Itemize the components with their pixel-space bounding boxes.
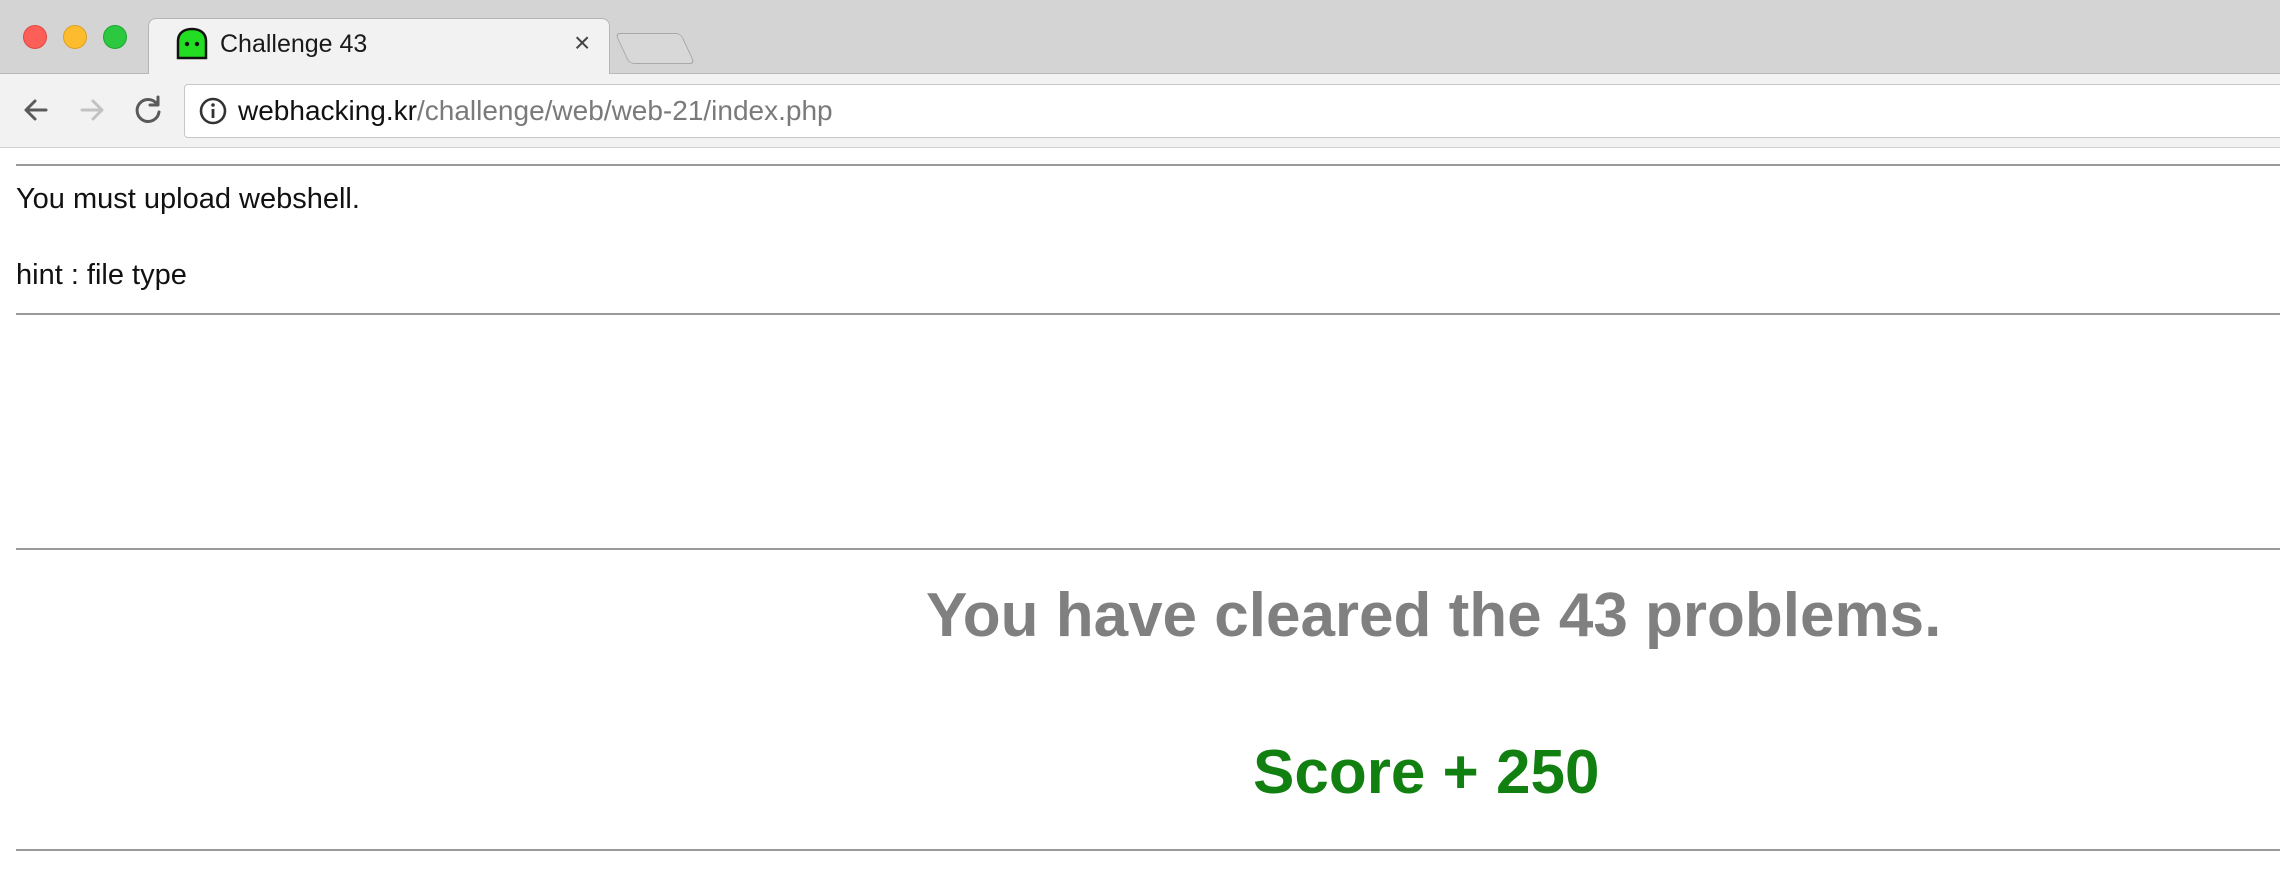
tab-title: Challenge 43 — [220, 30, 368, 58]
new-tab-button[interactable] — [614, 33, 696, 64]
score-message: Score + 250 — [1253, 738, 1600, 807]
green-ghost-icon — [176, 27, 208, 60]
window-minimize-button[interactable] — [63, 25, 87, 49]
divider-2 — [16, 313, 2280, 315]
window-maximize-button[interactable] — [103, 25, 127, 49]
tab-close-icon[interactable]: × — [574, 28, 590, 58]
cleared-message: You have cleared the 43 problems. — [926, 581, 1942, 650]
info-icon[interactable] — [198, 96, 228, 126]
arrow-left-icon[interactable] — [18, 92, 54, 128]
reload-icon[interactable] — [130, 92, 166, 128]
divider-bottom — [16, 849, 2280, 851]
arrow-right-icon[interactable] — [74, 92, 110, 128]
window-close-button[interactable] — [23, 25, 47, 49]
url-host: webhacking.kr — [238, 95, 417, 126]
divider-3 — [16, 548, 2280, 550]
divider-top — [16, 164, 2280, 166]
hint-text: hint : file type — [16, 259, 187, 291]
url-path: /challenge/web/web-21/index.php — [416, 95, 833, 126]
url-text[interactable]: webhacking.kr/challenge/web/web-21/index… — [238, 95, 833, 127]
upload-instruction: You must upload webshell. — [16, 183, 360, 215]
tab-active[interactable] — [148, 18, 610, 75]
